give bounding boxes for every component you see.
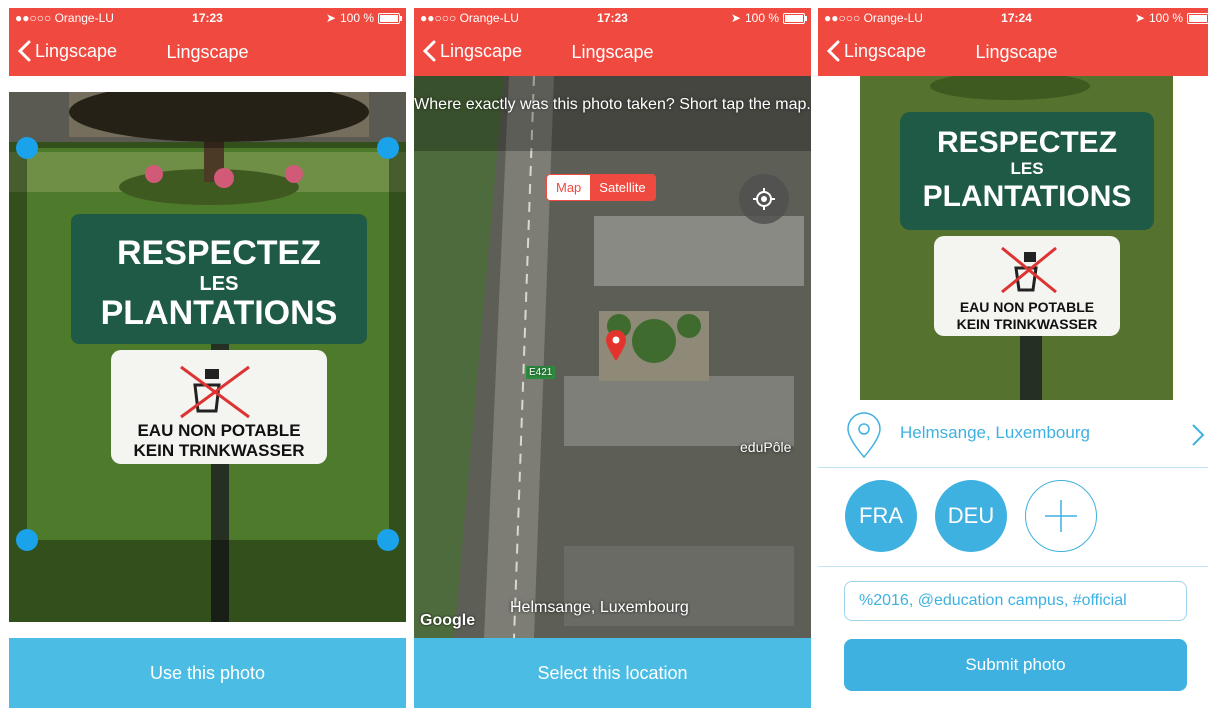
language-chip-deu[interactable]: DEU <box>935 480 1007 552</box>
nav-bar: Lingscape Lingscape <box>9 28 406 76</box>
select-location-button[interactable]: Select this location <box>414 638 811 708</box>
road-label: E421 <box>526 366 556 379</box>
photo-thumbnail: RESPECTEZ LES PLANTATIONS EAU NON POTABL… <box>860 76 1173 400</box>
sign-text-1: RESPECTEZ <box>117 234 321 272</box>
nav-title: Lingscape <box>571 42 654 62</box>
status-bar: ●●○○○ Orange-LU 17:23 ➤ 100 % <box>414 8 811 28</box>
sign-text-4: EAU NON POTABLE <box>960 299 1094 315</box>
use-photo-button[interactable]: Use this photo <box>9 638 406 708</box>
crop-handle-bottom-right[interactable] <box>377 529 399 551</box>
sign-text-3: PLANTATIONS <box>101 294 338 332</box>
locate-me-button[interactable] <box>739 174 789 224</box>
crop-handle-bottom-left[interactable] <box>16 529 38 551</box>
battery-icon <box>783 12 807 24</box>
tags-input[interactable] <box>844 581 1187 621</box>
location-text: Helmsange, Luxembourg <box>900 423 1090 442</box>
sign-text-5: KEIN TRINKWASSER <box>957 316 1098 332</box>
location-arrow-icon: ➤ <box>730 11 741 25</box>
location-row[interactable]: Helmsange, Luxembourg <box>818 403 1208 468</box>
nav-bar: Lingscape Lingscape <box>818 28 1208 76</box>
sign-text-4: EAU NON POTABLE <box>137 421 300 440</box>
crosshair-icon <box>753 188 775 210</box>
battery-percent: 100 % <box>744 11 779 25</box>
screen-crop-photo: ●●○○○ Orange-LU 17:23 ➤ 100 % Lingscape … <box>9 8 406 708</box>
sign-text-5: KEIN TRINKWASSER <box>134 441 305 460</box>
sign-text-1: RESPECTEZ <box>937 126 1117 159</box>
battery-icon <box>378 12 402 24</box>
map-instruction: Where exactly was this photo taken? Shor… <box>414 96 811 113</box>
status-right: ➤ 100 % <box>1135 11 1208 25</box>
divider <box>818 566 1208 567</box>
map-type-map-option[interactable]: Map <box>547 175 591 200</box>
location-label: Helmsange, Luxembourg <box>510 599 689 616</box>
sign-text-3: PLANTATIONS <box>923 180 1132 213</box>
location-arrow-icon: ➤ <box>325 11 336 25</box>
place-label: eduPôle <box>740 439 792 455</box>
status-right: ➤ 100 % <box>730 11 807 25</box>
status-right: ➤ 100 % <box>325 11 402 25</box>
crop-handle-top-left[interactable] <box>16 137 38 159</box>
photo-preview[interactable]: RESPECTEZ LES PLANTATIONS EAU NON POTABL… <box>9 92 406 622</box>
crop-handle-top-right[interactable] <box>377 137 399 159</box>
nav-title: Lingscape <box>975 42 1058 62</box>
sign-text-2: LES <box>1010 159 1043 178</box>
map-pin-icon[interactable] <box>604 328 628 367</box>
photo-image: RESPECTEZ LES PLANTATIONS EAU NON POTABL… <box>9 92 406 622</box>
satellite-map[interactable]: Where exactly was this photo taken? Shor… <box>414 76 811 638</box>
sign-text-2: LES <box>200 273 239 295</box>
plus-icon <box>1045 500 1077 532</box>
nav-bar: Lingscape Lingscape <box>414 28 811 76</box>
status-bar: ●●○○○ Orange-LU 17:24 ➤ 100 % <box>818 8 1208 28</box>
battery-percent: 100 % <box>339 11 374 25</box>
add-language-button[interactable] <box>1025 480 1097 552</box>
google-attribution: Google <box>420 612 476 629</box>
submit-photo-button[interactable]: Submit photo <box>844 639 1187 691</box>
map-type-satellite-option[interactable]: Satellite <box>590 175 655 200</box>
location-pin-icon <box>847 412 881 459</box>
location-arrow-icon: ➤ <box>1134 11 1145 25</box>
map-type-toggle: Map Satellite <box>546 174 656 201</box>
screen-select-location: ●●○○○ Orange-LU 17:23 ➤ 100 % Lingscape … <box>414 8 811 708</box>
screen-submit-photo: ●●○○○ Orange-LU 17:24 ➤ 100 % Lingscape … <box>818 8 1208 708</box>
battery-icon <box>1187 12 1208 24</box>
language-chip-fra[interactable]: FRA <box>845 480 917 552</box>
status-bar: ●●○○○ Orange-LU 17:23 ➤ 100 % <box>9 8 406 28</box>
chevron-right-icon <box>1192 424 1205 446</box>
nav-title: Lingscape <box>166 42 249 62</box>
battery-percent: 100 % <box>1148 11 1183 25</box>
photo-image: RESPECTEZ LES PLANTATIONS EAU NON POTABL… <box>860 76 1173 400</box>
